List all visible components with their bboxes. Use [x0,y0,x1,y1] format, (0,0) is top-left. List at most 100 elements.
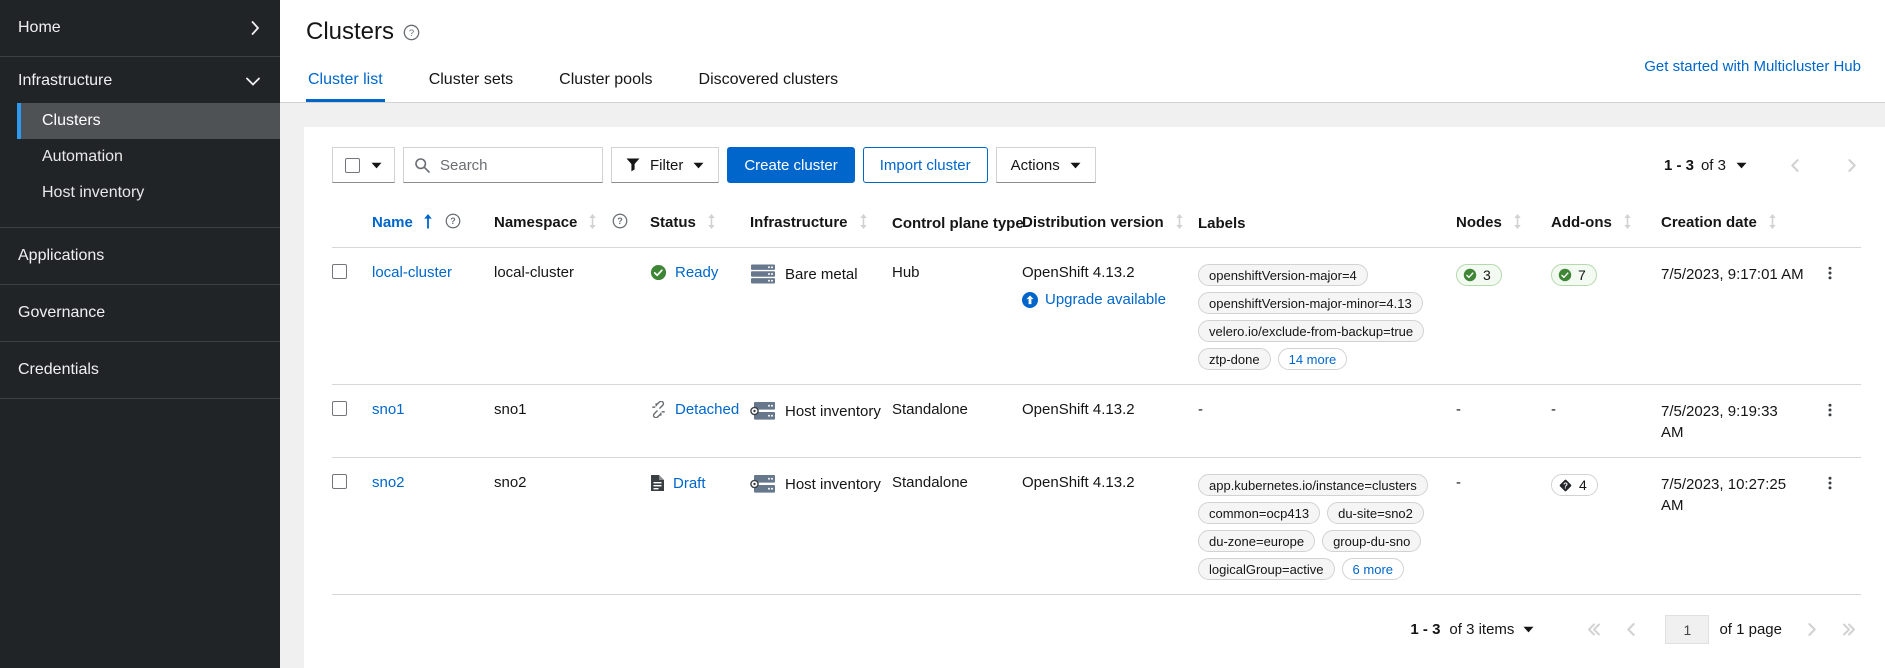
clusters-card: Filter Create cluster Import cluster Act… [304,127,1885,668]
sidebar-item-infrastructure[interactable]: Infrastructure [0,57,280,103]
sort-icon[interactable] [857,213,870,233]
bottom-pagination-of: of 3 items [1449,621,1515,638]
cluster-status-link[interactable]: Detached [675,401,739,418]
tab-cluster-list[interactable]: Cluster list [306,61,385,102]
current-page-input[interactable]: 1 [1665,615,1710,644]
column-header-name[interactable]: Name? [372,205,494,248]
bulk-select-dropdown[interactable] [332,147,395,183]
content-area: Filter Create cluster Import cluster Act… [280,103,1885,668]
next-page-button[interactable] [1844,158,1859,173]
tab-discovered-clusters[interactable]: Discovered clusters [697,61,841,102]
creation-date: AM [1661,497,1684,514]
sidebar-item-applications[interactable]: Applications [0,228,280,285]
prev-page-button[interactable] [1788,158,1803,173]
labels-more-link[interactable]: 14 more [1277,348,1348,370]
kebab-menu-button[interactable] [1819,401,1841,423]
prev-page-button[interactable] [1624,622,1639,637]
cluster-name-link[interactable]: sno2 [372,474,405,491]
bare-metal-icon [750,264,776,284]
labels-more-link[interactable]: 6 more [1341,558,1405,580]
upgrade-available-link[interactable]: Upgrade available [1045,291,1166,308]
sidebar-item-governance-label: Governance [18,304,106,321]
sidebar-item-automation[interactable]: Automation [17,139,280,175]
caret-down-icon [1070,162,1081,169]
sidebar-item-governance[interactable]: Governance [0,285,280,342]
addons-badge[interactable]: 7 [1551,264,1597,286]
column-header-status[interactable]: Status [650,205,750,248]
sidebar-item-home-label: Home [18,19,61,36]
help-icon[interactable]: ? [403,24,420,41]
sidebar-item-home[interactable]: Home [0,0,280,57]
column-header-namespace[interactable]: Namespace? [494,205,650,248]
header-kebab-cell [1819,205,1861,248]
nodes-badge[interactable]: 3 [1456,264,1502,286]
addons-badge[interactable]: ? 4 [1551,474,1598,496]
sort-icon[interactable] [1766,213,1779,233]
actions-label: Actions [1010,156,1060,174]
pagination-of: of 3 [1700,156,1726,174]
sidebar-item-clusters-label: Clusters [42,112,101,129]
sort-asc-icon[interactable] [422,214,434,233]
first-page-button[interactable] [1586,622,1602,637]
host-inventory-icon [750,474,776,494]
help-icon[interactable]: ? [612,213,628,233]
kebab-menu-button[interactable] [1819,474,1841,496]
sort-icon[interactable] [586,214,599,233]
sort-icon[interactable] [1621,213,1634,233]
row-checkbox[interactable] [332,401,347,416]
label-pill: du-zone=europe [1198,530,1316,552]
control-plane-type: Standalone [892,401,968,418]
pagination-options-toggle[interactable] [1736,162,1747,169]
column-header-distribution-version[interactable]: Distribution version [1022,205,1198,248]
column-header-creation-date[interactable]: Creation date [1661,205,1819,248]
tab-cluster-sets[interactable]: Cluster sets [427,61,515,102]
bulk-select-checkbox[interactable] [345,157,360,173]
draft-icon [650,474,665,492]
distribution-version: OpenShift 4.13.2 [1022,401,1135,418]
label-pill: ztp-done [1198,348,1271,370]
host-inventory-icon [750,401,776,421]
unknown-icon: ? [1558,478,1573,493]
column-header-nodes[interactable]: Nodes [1456,205,1551,248]
column-header-addons[interactable]: Add-ons [1551,205,1661,248]
pagination-options-toggle[interactable] [1523,626,1534,633]
get-started-link[interactable]: Get started with Multicluster Hub [1644,58,1861,75]
cluster-name-link[interactable]: local-cluster [372,264,452,281]
bottom-pagination-range: 1 - 3 [1410,621,1441,638]
row-checkbox[interactable] [332,264,347,279]
actions-dropdown[interactable]: Actions [995,147,1096,183]
search-input[interactable] [438,155,592,175]
badge-check-icon [1558,268,1572,282]
last-page-button[interactable] [1841,622,1857,637]
sort-icon[interactable] [1173,213,1186,233]
addons-count: 7 [1578,267,1586,283]
next-page-button[interactable] [1804,622,1819,637]
sidebar-item-clusters[interactable]: Clusters [17,103,280,139]
top-pagination: 1 - 3 of 3 [1664,157,1861,174]
kebab-menu-button[interactable] [1819,264,1841,286]
help-icon[interactable]: ? [445,213,461,233]
cluster-name-link[interactable]: sno1 [372,401,405,418]
table-row: sno2 sno2 Draft Host inventory Standalone Ope… [332,457,1861,595]
sort-icon[interactable] [1511,213,1524,233]
create-cluster-button[interactable]: Create cluster [727,147,855,183]
sidebar-item-credentials[interactable]: Credentials [0,342,280,399]
labels-group: openshiftVersion-major=4 openshiftVersion… [1198,264,1448,370]
sort-icon[interactable] [705,213,718,233]
row-checkbox[interactable] [332,474,347,489]
filter-dropdown[interactable]: Filter [611,147,720,183]
caret-down-icon [371,162,382,169]
detached-icon [650,401,667,418]
of-page-label: of 1 page [1719,621,1782,638]
cluster-status-link[interactable]: Ready [675,264,718,281]
tab-cluster-pools[interactable]: Cluster pools [557,61,654,102]
sidebar-item-host-inventory[interactable]: Host inventory [17,175,280,211]
infrastructure-label: Host inventory [785,475,881,493]
distribution-version: OpenShift 4.13.2 [1022,264,1135,281]
column-header-infrastructure[interactable]: Infrastructure [750,205,892,248]
chevron-down-icon [246,77,260,86]
import-cluster-button[interactable]: Import cluster [862,147,988,183]
cluster-status-link[interactable]: Draft [673,475,706,492]
page-header: Clusters ? Get started with Multicluster… [280,0,1885,103]
svg-text:?: ? [1563,481,1568,490]
